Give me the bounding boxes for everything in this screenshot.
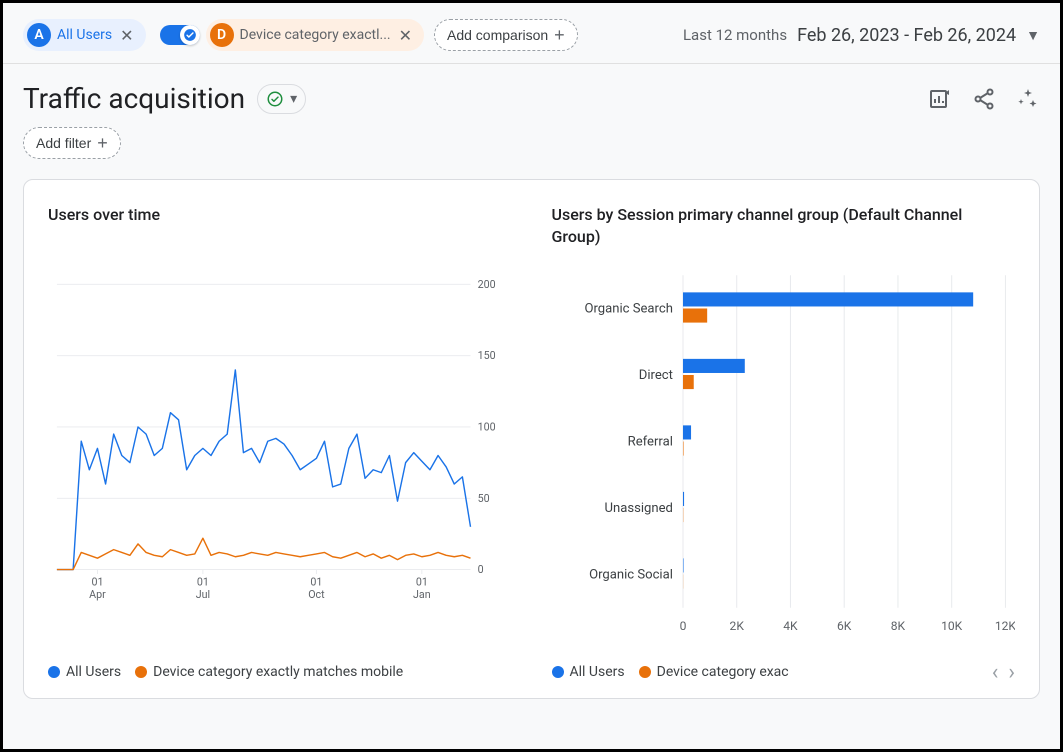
segment-chip-device-mobile[interactable]: D Device category exactl... ✕: [156, 19, 424, 51]
line-chart-users-over-time[interactable]: 05010015020001Apr01Jul01Oct01Jan: [48, 234, 512, 656]
svg-text:0: 0: [679, 619, 686, 633]
chevron-down-icon: ▾: [290, 91, 297, 107]
segment-label-a: All Users: [57, 27, 112, 43]
legend-item[interactable]: Device category exac: [639, 664, 789, 680]
panel-title-left: Users over time: [48, 204, 512, 226]
svg-text:4K: 4K: [783, 619, 798, 633]
share-icon[interactable]: [972, 87, 996, 111]
segment-toggle[interactable]: [160, 25, 200, 45]
chevron-down-icon: ▼: [1026, 27, 1040, 44]
svg-text:Referral: Referral: [627, 434, 672, 449]
panel-users-over-time: Users over time 05010015020001Apr01Jul01…: [48, 204, 512, 680]
toggle-knob: [180, 25, 200, 45]
panel-title-right: Users by Session primary channel group (…: [552, 204, 1016, 249]
date-range-value: Feb 26, 2023 - Feb 26, 2024: [797, 25, 1016, 46]
svg-text:10K: 10K: [941, 619, 963, 633]
svg-text:0: 0: [478, 564, 484, 577]
svg-text:Oct: Oct: [308, 589, 325, 602]
segment-badge-d: D: [210, 23, 234, 47]
svg-text:200: 200: [478, 278, 496, 291]
svg-text:8K: 8K: [890, 619, 905, 633]
chevron-right-icon[interactable]: ›: [1008, 664, 1015, 680]
close-icon[interactable]: ✕: [118, 26, 135, 45]
legend-right: All Users Device category exac ‹ ›: [552, 664, 1016, 680]
svg-text:6K: 6K: [837, 619, 852, 633]
svg-text:01: 01: [416, 576, 428, 589]
svg-text:2K: 2K: [729, 619, 744, 633]
date-range-picker[interactable]: Last 12 months Feb 26, 2023 - Feb 26, 20…: [683, 25, 1040, 46]
svg-text:Organic Social: Organic Social: [589, 567, 673, 582]
plus-icon: +: [554, 26, 565, 44]
chevron-left-icon[interactable]: ‹: [992, 664, 999, 680]
legend-left: All Users Device category exactly matche…: [48, 664, 512, 680]
svg-text:50: 50: [478, 492, 490, 505]
svg-text:150: 150: [478, 350, 496, 363]
svg-text:Jan: Jan: [413, 589, 431, 602]
close-icon[interactable]: ✕: [397, 26, 414, 45]
segment-label-d: Device category exactl...: [240, 27, 391, 43]
customize-report-icon[interactable]: [928, 87, 952, 111]
charts-card: Users over time 05010015020001Apr01Jul01…: [23, 179, 1040, 699]
add-comparison-button[interactable]: Add comparison +: [434, 19, 578, 51]
legend-item[interactable]: All Users: [552, 664, 625, 680]
svg-text:12K: 12K: [994, 619, 1015, 633]
legend-item[interactable]: Device category exactly matches mobile: [135, 664, 403, 680]
svg-text:Jul: Jul: [196, 589, 210, 602]
svg-text:Organic Search: Organic Search: [584, 301, 672, 316]
svg-text:Unassigned: Unassigned: [604, 501, 672, 516]
check-circle-icon: [266, 90, 284, 108]
report-action-icons: [928, 87, 1040, 111]
status-dropdown[interactable]: ▾: [257, 84, 306, 114]
add-comparison-label: Add comparison: [447, 27, 548, 43]
filter-row: Add filter +: [3, 123, 1060, 179]
svg-text:01: 01: [197, 576, 209, 589]
svg-text:01: 01: [310, 576, 322, 589]
page-title: Traffic acquisition: [23, 82, 245, 115]
insights-icon[interactable]: [1016, 87, 1040, 111]
svg-text:100: 100: [478, 421, 496, 434]
add-filter-button[interactable]: Add filter +: [23, 127, 121, 159]
svg-text:Direct: Direct: [638, 368, 672, 383]
svg-text:Apr: Apr: [89, 589, 106, 602]
date-range-preset: Last 12 months: [683, 26, 787, 44]
plus-icon: +: [97, 134, 108, 152]
segment-chip-all-users[interactable]: A All Users ✕: [23, 19, 146, 51]
bar-chart-users-by-channel[interactable]: 0 2K 4K 6K 8K 10K 12K Organic Search Direct Refer…: [552, 257, 1016, 656]
svg-text:01: 01: [91, 576, 103, 589]
panel-users-by-channel: Users by Session primary channel group (…: [552, 204, 1016, 680]
legend-item[interactable]: All Users: [48, 664, 121, 680]
add-filter-label: Add filter: [36, 135, 91, 151]
title-row: Traffic acquisition ▾: [3, 64, 1060, 123]
segment-badge-a: A: [27, 23, 51, 47]
top-comparison-bar: A All Users ✕ D Device category exactl..…: [3, 3, 1060, 64]
